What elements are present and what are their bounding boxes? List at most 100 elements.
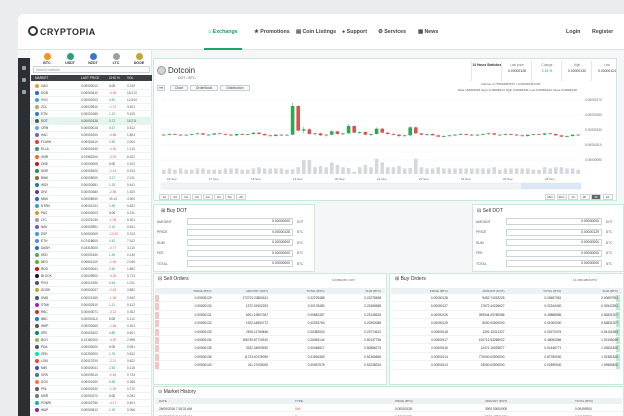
orderbook-tab[interactable]: OrderBook [190,85,218,91]
x-tick-label: 18 Sep [251,177,261,181]
candle-width-button[interactable]: 30m [556,194,567,200]
sell-col-header[interactable]: SUM (BTC) [325,289,382,293]
sell-col-header[interactable]: PRICE (BTC) [155,289,212,293]
candle-width-button[interactable]: 1d [602,194,613,200]
buy-col-header[interactable]: AMOUNT (DOT) [448,289,504,293]
register-link[interactable]: Register [592,29,613,35]
sell-order-row[interactable]: 0.00000130 1372.91902253 0.00178480 0.22456… [155,303,385,311]
buy-order-row[interactable]: 0.00000113 23000.00000000 0.02599000 1.9398… [391,362,622,370]
candle-body [464,134,468,135]
timeframe-button[interactable]: 1d [159,194,169,200]
coin-icon [35,246,39,251]
buy-fee-input[interactable]: 0.00000000 [187,249,293,257]
buy-col-header[interactable]: TOTAL (BTC) [505,289,561,293]
sell-cell: 0.00000136 [194,354,212,359]
chart-menu-button[interactable]: ≡▾ [157,85,165,91]
market-change: 0.00 [109,344,116,349]
col-market[interactable]: MARKET [35,76,48,80]
market-volume: 5.301 [127,217,135,222]
sell-order-row[interactable]: 0.00000134 196739.87710910 0.26363144 0.501… [155,337,385,345]
buy-order-row[interactable]: 0.00000117 410712.53258922 0.48053366 1.021… [391,337,622,345]
sell-order-row[interactable]: 0.00000129 172701.23820611 0.22278488 0.222… [155,295,385,303]
sell-col-header[interactable]: AMOUNT (DOT) [212,289,268,293]
nav-exchange[interactable]: ⌂ Exchange [208,29,238,35]
sell-order-row[interactable]: 0.00000131 5201.19507367 0.00681357 0.23138… [155,311,385,320]
buy-col-header[interactable]: PRICE (BTC) [391,289,448,293]
col-price[interactable]: LAST PRICE [81,76,100,80]
buy-total-input[interactable]: 0.00000000 [187,260,293,267]
price-chart[interactable]: 0.00000170 0.00000150 0.00000130 0.00000110… [155,94,615,190]
login-link[interactable]: Login [566,29,580,35]
nav-promotions[interactable]: ★ Promotions [254,29,290,35]
search-icon[interactable] [22,90,26,94]
candle-width-button[interactable]: 4h [591,194,601,200]
nav-coin-listings[interactable]: ▤ Coin Listings [296,29,336,35]
buy-order-row[interactable]: 0.00000126 395944.09780986 0.49888956 0.528… [391,311,622,320]
timeframe-button[interactable]: 2w [192,194,202,200]
timeframe-button[interactable]: 6m [225,194,235,200]
market-tab-usdt[interactable]: USDT [60,53,80,65]
col-volume[interactable]: VOL [127,76,133,80]
market-tab-btc[interactable]: BTC [37,53,57,65]
market-volume: 0.601 [127,330,135,335]
timeframe-button[interactable]: All [236,194,246,200]
chart-tab[interactable]: Chart [170,85,188,91]
x-tick-label: 25 Sep [545,177,555,181]
buy-currency: DOT [297,219,304,224]
nav-news[interactable]: ▦ News [418,29,438,35]
history-col-header[interactable]: TOTAL (BTC) [575,399,593,403]
buy-sum-input[interactable]: 0.00000000 [187,239,293,246]
sell-total-input[interactable]: 0.00000000 [506,260,602,267]
sell-col-header[interactable]: TOTAL (BTC) [268,289,324,293]
buy-order-row[interactable]: 0.00000127 17672.44226627 0.02244400 0.0294… [391,303,622,311]
menu-icon[interactable] [22,66,26,70]
market-tab-nzdt[interactable]: NZDT [83,53,103,65]
history-col-header[interactable]: PRICE (BTC) [395,399,413,403]
buy-col-header[interactable]: SUM (BTC) [561,289,619,293]
timeframe-button[interactable]: 1m [203,194,213,200]
sell-order-row[interactable]: 0.00000132 1922.44554772 0.00253763 0.23392… [155,320,385,328]
buy-order-row[interactable]: 0.00000125 8000.00000000 0.01000000 0.53831… [391,320,622,328]
timeframe-button[interactable]: 2d [170,194,180,200]
history-col-header[interactable]: AMOUNT (DOT) [485,399,507,403]
candle-width-button[interactable]: 15m [545,194,555,200]
buy-order-row[interactable]: 0.00000116 12472.16025877 0.01446771 1.0360… [391,345,622,353]
history-row[interactable]: 26/09/2018 7:18:31 AM Sell 0.00000128 3900.… [155,405,622,412]
market-search-input[interactable]: Search markets [33,66,150,73]
logo[interactable]: CRYPTOPIA [28,26,96,37]
sell-order-row[interactable]: 0.00000140 411.27000000 0.00057578 0.522382… [155,362,385,370]
buy-amount-input[interactable]: 0.00000000 [187,218,293,225]
market-row[interactable]: WAP 0.00000512 1.19 0.066 [31,406,152,415]
candle-width-button[interactable]: 1h [568,194,578,200]
market-tab-ltc[interactable]: LTC [106,53,126,65]
col-change[interactable]: CHG % [109,76,120,80]
sell-fee-input[interactable]: 0.00000000 [506,249,602,257]
sell-cell: 172701.23820611 [242,296,268,300]
buy-order-row[interactable]: 0.00000128 5452.74319225 0.00697951 0.00697… [391,295,622,303]
distribution-tab[interactable]: Distribution [220,85,250,91]
buy-order-row[interactable]: 0.00000118 2291.32011327 0.00270376 0.54101… [391,328,622,336]
history-col-header[interactable]: TYPE [295,399,303,403]
timeframe-button[interactable]: 1w [181,194,191,200]
sell-order-row[interactable]: 0.00000135 3322.34900930 0.00448517 0.50586… [155,345,385,353]
sell-order-row[interactable]: 0.00000136 11723.40729059 0.01594383 0.5218… [155,353,385,362]
timeframe-button[interactable]: 3m [214,194,224,200]
buy-price-input[interactable]: 0.00000128 [187,228,293,236]
nav-services[interactable]: ⚙ Services [378,29,406,35]
sell-price-input[interactable]: 0.00000129 [506,228,602,236]
candle-width-button[interactable]: 2h [579,194,590,200]
buy-order-row[interactable]: 0.00000114 770000.00000000 0.87780000 1.913… [391,353,622,362]
sell-amount-input[interactable]: 0.00000000 [506,218,602,225]
market-price: 0.00000012 [81,84,98,88]
sell-order-row[interactable]: 0.00000133 2876.11784846 0.00382524 0.23774… [155,328,385,336]
chart-icon[interactable] [22,78,26,82]
history-col-header[interactable]: DATE [159,399,167,403]
sell-sum-input[interactable]: 0.00000000 [506,239,602,246]
market-symbol: DOGE [41,288,51,293]
candle-body [475,134,480,136]
candle-body [173,134,177,135]
coin-icon [35,119,39,124]
nav-support[interactable]: ● Support [342,29,367,35]
market-tab-doge[interactable]: DOGE [129,53,149,65]
buy-cell: 0.00697951 [544,296,562,300]
